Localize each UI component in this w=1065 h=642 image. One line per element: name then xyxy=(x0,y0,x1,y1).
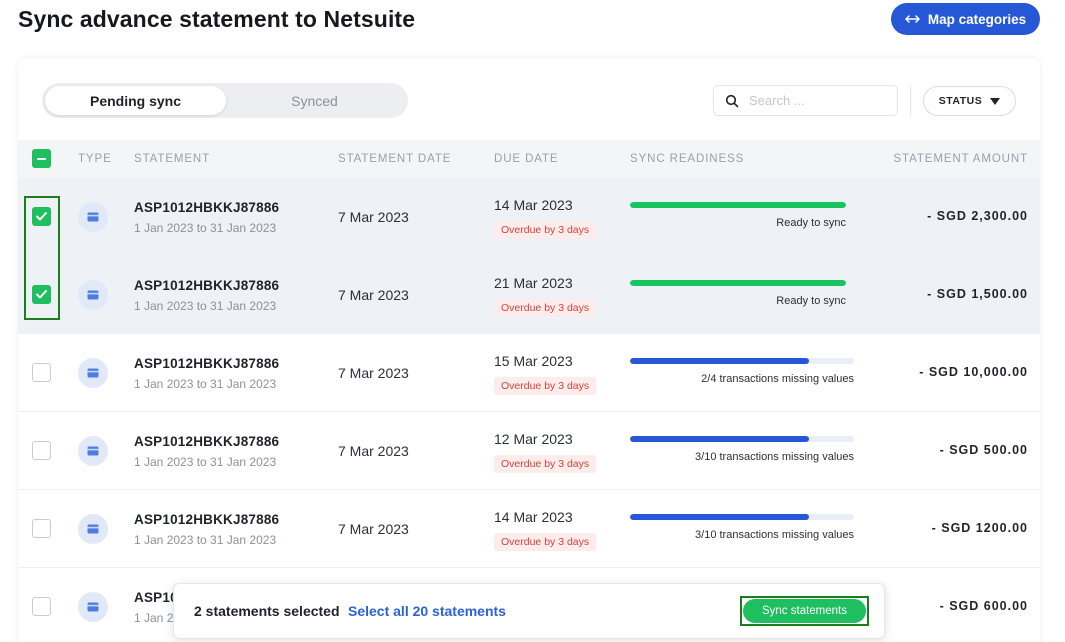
map-categories-label: Map categories xyxy=(927,11,1027,27)
overdue-badge: Overdue by 3 days xyxy=(494,221,597,239)
sync-readiness-text: 2/4 transactions missing values xyxy=(701,373,854,385)
card-icon xyxy=(78,280,108,310)
statement-date: 7 Mar 2023 xyxy=(338,209,409,225)
map-categories-button[interactable]: Map categories xyxy=(891,3,1040,35)
search-icon xyxy=(725,94,739,107)
statement-period: 1 Jan 2023 to 31 Jan 2023 xyxy=(134,299,277,313)
statement-date: 7 Mar 2023 xyxy=(338,521,409,537)
statement-amount: - SGD 600.00 xyxy=(939,599,1028,613)
sync-readiness-text: Ready to sync xyxy=(776,295,846,307)
statement-id[interactable]: ASP1012HBKKJ87886 xyxy=(134,356,279,371)
card-icon xyxy=(78,202,108,232)
arrows-horizontal-icon xyxy=(905,15,920,23)
due-date: 12 Mar 2023 xyxy=(494,431,573,447)
statement-period: 1 Jan 2023 to 31 Jan 2023 xyxy=(134,533,277,547)
statements-card: Pending sync Synced STATUS TYPE STATEMEN… xyxy=(18,58,1040,642)
statement-date: 7 Mar 2023 xyxy=(338,287,409,303)
caret-down-icon xyxy=(990,97,1001,105)
sync-readiness-bar xyxy=(630,280,846,286)
column-header-sync-readiness: SYNC READINESS xyxy=(630,153,745,165)
row-checkbox[interactable] xyxy=(32,363,51,382)
selected-count: 2 statements selected xyxy=(194,603,340,619)
status-filter-button[interactable]: STATUS xyxy=(923,86,1016,116)
due-date: 15 Mar 2023 xyxy=(494,353,573,369)
selection-bar: 2 statements selected Select all 20 stat… xyxy=(173,583,885,639)
table-row[interactable]: ASP1012HBKKJ87886 1 Jan 2023 to 31 Jan 20… xyxy=(18,178,1040,256)
sync-readiness-text: 3/10 transactions missing values xyxy=(695,529,854,541)
status-filter-label: STATUS xyxy=(938,95,983,107)
row-checkbox[interactable] xyxy=(32,441,51,460)
sync-readiness-bar xyxy=(630,202,846,208)
statement-id[interactable]: ASP1012HBKKJ87886 xyxy=(134,278,279,293)
statement-period: 1 Jan 2023 to 31 Jan 2023 xyxy=(134,377,277,391)
overdue-badge: Overdue by 3 days xyxy=(494,533,597,551)
statement-id[interactable]: ASP1012HBKKJ87886 xyxy=(134,434,279,449)
overdue-badge: Overdue by 3 days xyxy=(494,377,597,395)
search-input[interactable] xyxy=(749,93,889,108)
table-row[interactable]: ASP1012HBKKJ87886 1 Jan 2023 to 31 Jan 20… xyxy=(18,256,1040,334)
table-row[interactable]: ASP1012HBKKJ87886 1 Jan 2023 to 31 Jan 20… xyxy=(18,334,1040,412)
sync-readiness-fill xyxy=(630,358,810,364)
sync-readiness-bar xyxy=(630,358,854,364)
page: Sync advance statement to Netsuite Map c… xyxy=(0,0,1065,642)
sync-readiness-bar xyxy=(630,436,854,442)
check-icon xyxy=(36,290,47,299)
statement-id[interactable]: ASP1012HBKKJ87886 xyxy=(134,200,279,215)
row-checkbox[interactable] xyxy=(32,519,51,538)
statement-id[interactable]: ASP1012HBKKJ87886 xyxy=(134,512,279,527)
sync-button-highlight xyxy=(740,596,869,626)
statement-amount: - SGD 1,500.00 xyxy=(927,287,1028,301)
select-all-checkbox[interactable] xyxy=(32,149,51,168)
statement-amount: - SGD 500.00 xyxy=(939,443,1028,457)
sync-readiness-fill xyxy=(630,514,810,520)
table-row[interactable]: ASP1012HBKKJ87886 1 Jan 2023 to 31 Jan 20… xyxy=(18,412,1040,490)
table-row[interactable]: ASP1012HBKKJ87886 1 Jan 2023 to 31 Jan 20… xyxy=(18,490,1040,568)
column-header-due-date: DUE DATE xyxy=(494,153,559,165)
statement-amount: - SGD 1200.00 xyxy=(931,521,1028,535)
sync-readiness-fill xyxy=(630,202,846,208)
column-header-statement-date: STATEMENT DATE xyxy=(338,153,452,165)
statement-amount: - SGD 10,000.00 xyxy=(919,365,1028,379)
column-header-statement: STATEMENT xyxy=(134,153,211,165)
due-date: 21 Mar 2023 xyxy=(494,275,573,291)
due-date: 14 Mar 2023 xyxy=(494,509,573,525)
search-box[interactable] xyxy=(713,85,898,116)
card-icon xyxy=(78,436,108,466)
statement-date: 7 Mar 2023 xyxy=(338,365,409,381)
indeterminate-icon xyxy=(37,157,46,160)
statement-date: 7 Mar 2023 xyxy=(338,443,409,459)
row-checkbox[interactable] xyxy=(32,207,51,226)
tab-pending-sync[interactable]: Pending sync xyxy=(45,86,226,115)
column-header-statement-amount: STATEMENT AMOUNT xyxy=(893,153,1028,165)
statement-amount: - SGD 2,300.00 xyxy=(927,209,1028,223)
row-checkbox[interactable] xyxy=(32,285,51,304)
sync-readiness-text: Ready to sync xyxy=(776,217,846,229)
overdue-badge: Overdue by 3 days xyxy=(494,299,597,317)
overdue-badge: Overdue by 3 days xyxy=(494,455,597,473)
sync-readiness-text: 3/10 transactions missing values xyxy=(695,451,854,463)
sync-readiness-bar xyxy=(630,514,854,520)
column-header-type: TYPE xyxy=(78,153,112,165)
table-header: TYPE STATEMENT STATEMENT DATE DUE DATE S… xyxy=(18,140,1040,178)
sync-readiness-fill xyxy=(630,436,810,442)
sync-tabs: Pending sync Synced xyxy=(42,83,408,118)
select-all-link[interactable]: Select all 20 statements xyxy=(348,603,506,619)
check-icon xyxy=(36,212,47,221)
statement-period: 1 Jan 2023 to 31 Jan 2023 xyxy=(134,455,277,469)
row-checkbox[interactable] xyxy=(32,597,51,616)
due-date: 14 Mar 2023 xyxy=(494,197,573,213)
card-icon xyxy=(78,358,108,388)
card-icon xyxy=(78,592,108,622)
statement-period: 1 Jan 2023 to 31 Jan 2023 xyxy=(134,221,277,235)
toolbar-divider xyxy=(910,85,911,116)
sync-readiness-fill xyxy=(630,280,846,286)
card-icon xyxy=(78,514,108,544)
page-title: Sync advance statement to Netsuite xyxy=(18,6,416,32)
tab-synced[interactable]: Synced xyxy=(224,86,405,115)
